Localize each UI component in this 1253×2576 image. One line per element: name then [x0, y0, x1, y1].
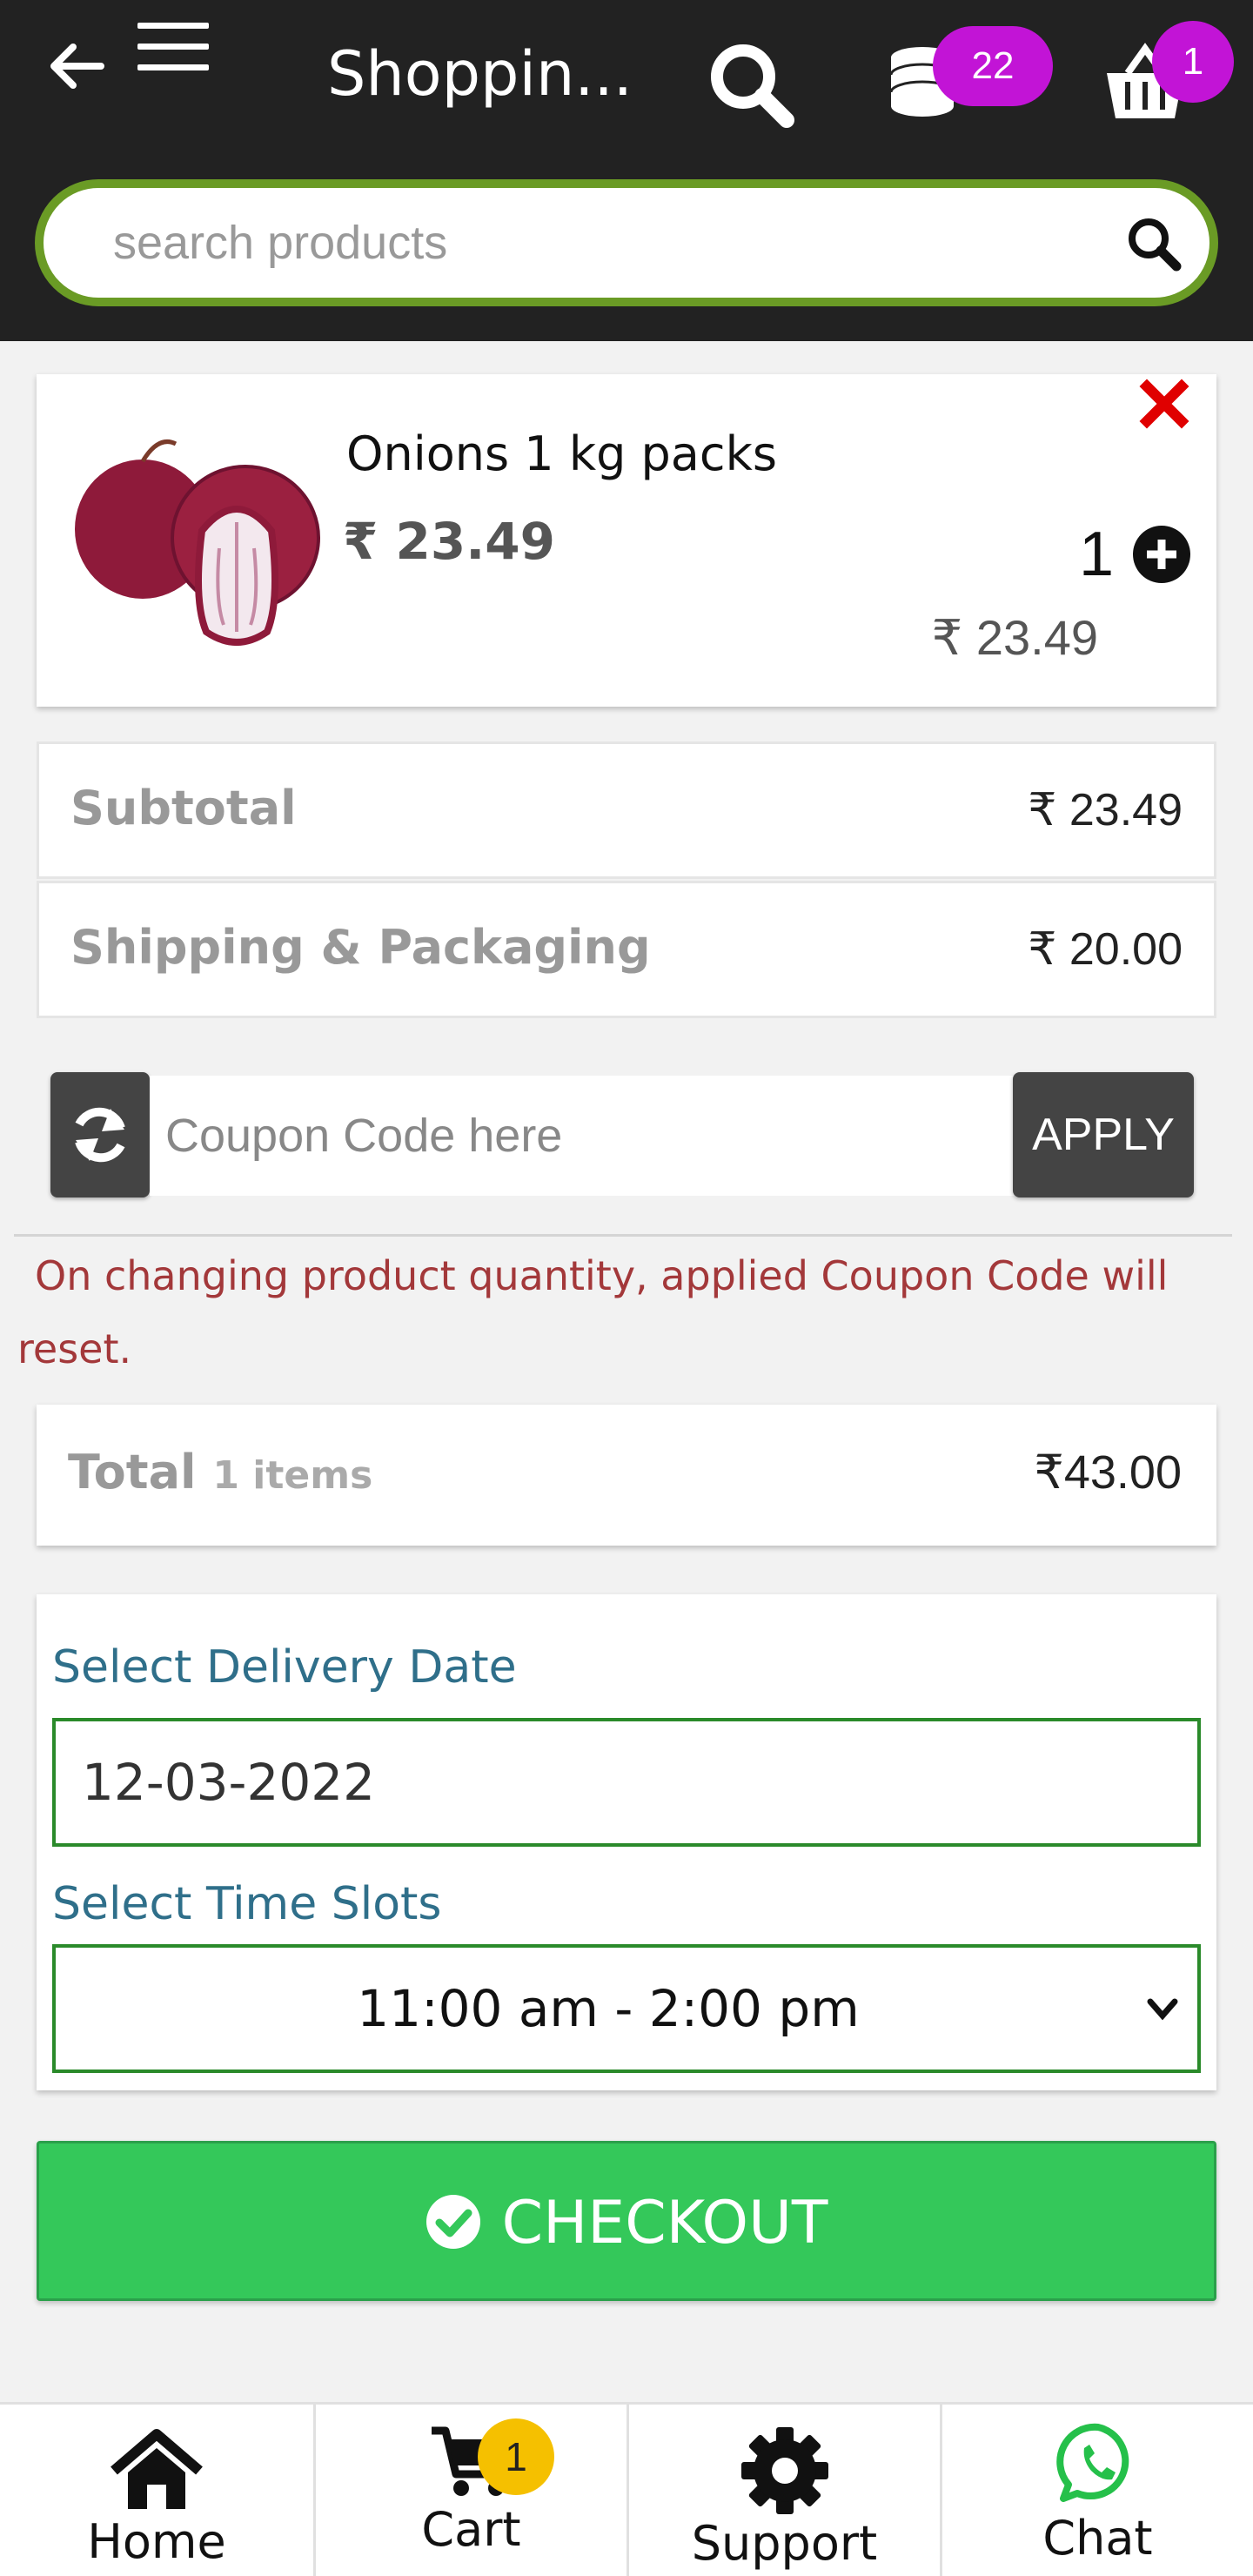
apply-coupon-button[interactable]: APPLY [1013, 1072, 1194, 1197]
product-image [75, 439, 320, 646]
nav-chat-label: Chat [1042, 2511, 1153, 2566]
check-circle-icon [425, 2195, 480, 2250]
bottom-navigation: Home 1 Cart Support Chat [0, 2402, 1253, 2576]
checkout-button[interactable]: CHECKOUT [37, 2141, 1216, 2301]
subtotal-row: Subtotal ₹ 23.49 [37, 741, 1216, 879]
checkout-label: CHECKOUT [501, 2189, 828, 2257]
subtotal-value: ₹ 23.49 [1028, 785, 1183, 835]
plus-circle-icon[interactable] [1131, 524, 1192, 585]
shipping-label: Shipping & Packaging [70, 920, 651, 975]
time-slot-label: Select Time Slots [52, 1878, 442, 1930]
app-header: Shoppin... 22 1 [0, 0, 1253, 341]
nav-home-label: Home [87, 2514, 226, 2569]
close-icon[interactable] [1138, 378, 1190, 430]
cart-item-card: Onions 1 kg packs ₹ 23.49 1 ₹ 23.49 [37, 374, 1216, 707]
nav-cart-label: Cart [421, 2502, 521, 2557]
wallet-coins-button[interactable]: 22 [879, 26, 1053, 122]
hamburger-menu-icon [137, 23, 209, 29]
menu-button[interactable] [131, 17, 218, 78]
time-slot-select[interactable]: 11:00 am - 2:00 pm [52, 1944, 1201, 2073]
back-arrow-icon [50, 44, 104, 89]
nav-cart[interactable]: 1 Cart [313, 2405, 626, 2576]
home-icon [111, 2429, 203, 2509]
delivery-date-field[interactable] [52, 1718, 1201, 1847]
coupon-reset-note: On changing product quantity, applied Co… [17, 1252, 1169, 1372]
nav-chat[interactable]: Chat [940, 2405, 1253, 2576]
product-price: ₹ 23.49 [343, 512, 556, 571]
header-cart-button[interactable]: 1 [1096, 21, 1236, 125]
refresh-icon [75, 1107, 125, 1163]
coins-count-badge: 22 [933, 26, 1053, 106]
search-icon [711, 44, 794, 128]
product-name: Onions 1 kg packs [346, 426, 777, 481]
gear-icon [740, 2427, 828, 2514]
chevron-down-icon [1147, 1998, 1178, 2021]
header-search-button[interactable] [703, 37, 799, 132]
total-items-count: 1 items [212, 1453, 373, 1498]
nav-home[interactable]: Home [0, 2405, 313, 2576]
whatsapp-icon [1055, 2423, 1129, 2502]
back-button[interactable] [42, 31, 111, 101]
total-label-text: Total [68, 1445, 197, 1499]
nav-support-label: Support [691, 2516, 878, 2571]
nav-cart-badge: 1 [478, 2418, 554, 2495]
order-total-card: Total 1 items ₹43.00 [37, 1405, 1216, 1546]
search-input[interactable] [113, 188, 1070, 298]
divider [14, 1234, 1232, 1237]
coupon-reset-button[interactable] [50, 1072, 150, 1197]
total-value: ₹43.00 [1034, 1446, 1183, 1499]
shipping-row: Shipping & Packaging ₹ 20.00 [37, 881, 1216, 1018]
coupon-code-input[interactable] [150, 1076, 1020, 1196]
quantity-value: 1 [1078, 520, 1114, 589]
total-label: Total 1 items [68, 1445, 372, 1499]
delivery-date-label: Select Delivery Date [52, 1641, 517, 1694]
cart-count-badge: 1 [1152, 21, 1234, 103]
page-title: Shoppin... [327, 38, 633, 110]
delivery-options-card: Select Delivery Date Select Time Slots 1… [37, 1594, 1216, 2090]
nav-support[interactable]: Support [626, 2405, 940, 2576]
shipping-value: ₹ 20.00 [1028, 924, 1183, 975]
time-slot-value: 11:00 am - 2:00 pm [357, 1979, 860, 2038]
search-bar [35, 179, 1218, 306]
subtotal-label: Subtotal [70, 781, 297, 835]
search-icon[interactable] [1122, 212, 1183, 273]
line-total: ₹ 23.49 [931, 610, 1098, 665]
